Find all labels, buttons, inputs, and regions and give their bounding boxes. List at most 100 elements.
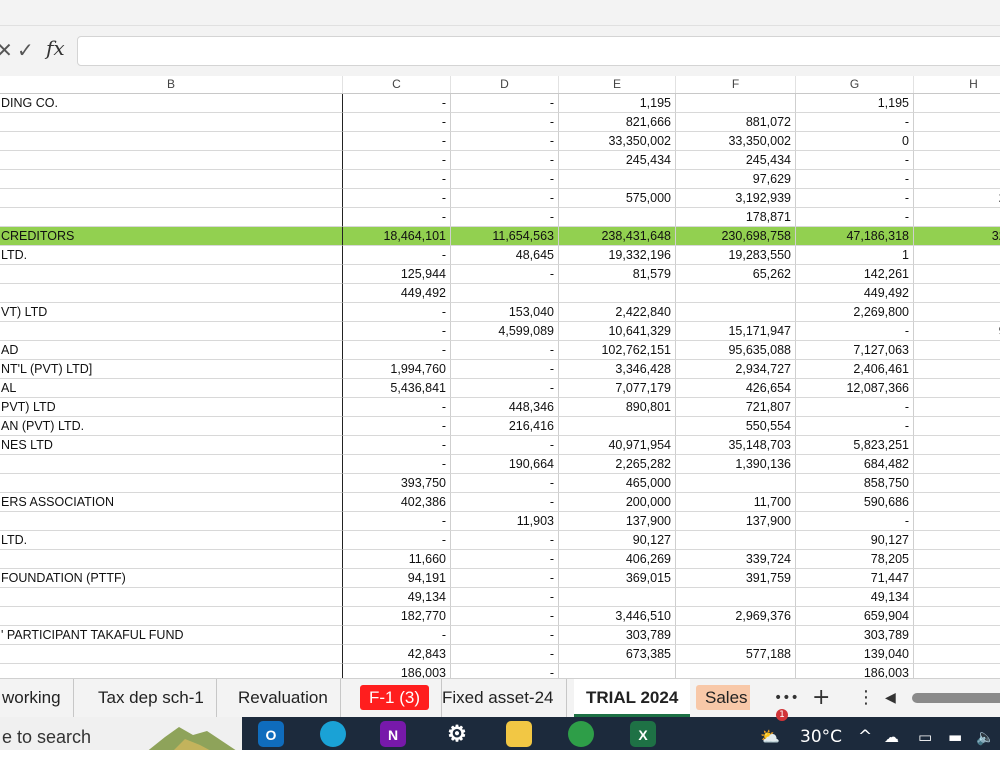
cell-d[interactable]: - [451, 94, 559, 113]
cell-d[interactable]: 216,416 [451, 417, 559, 436]
cell-f[interactable] [676, 303, 796, 322]
cell-c[interactable]: - [343, 132, 451, 151]
cell-c[interactable]: 125,944 [343, 265, 451, 284]
cell-f[interactable] [676, 588, 796, 607]
cell-h[interactable] [914, 94, 1000, 113]
cell-h[interactable]: 178 [914, 208, 1000, 227]
cell-d[interactable]: - [451, 550, 559, 569]
cell-h[interactable] [914, 588, 1000, 607]
cell-d[interactable]: - [451, 379, 559, 398]
cell-b[interactable] [0, 512, 343, 531]
cell-f[interactable] [676, 531, 796, 550]
cell-c[interactable]: - [343, 151, 451, 170]
cell-h[interactable]: 279 [914, 398, 1000, 417]
sheet-tab-tax-dep-sch-1[interactable]: Tax dep sch-1 [86, 679, 217, 717]
cell-h[interactable] [914, 626, 1000, 645]
cell-c[interactable]: 182,770 [343, 607, 451, 626]
cell-b[interactable]: FOUNDATION (PTTF) [0, 569, 343, 588]
cell-c[interactable]: 42,843 [343, 645, 451, 664]
cell-c[interactable]: - [343, 322, 451, 341]
cell-g[interactable]: 1,195 [796, 94, 914, 113]
cell-e[interactable] [559, 417, 676, 436]
column-header-f[interactable]: F [676, 76, 796, 93]
cell-e[interactable] [559, 664, 676, 679]
cell-d[interactable]: - [451, 474, 559, 493]
cell-f[interactable]: 11,700 [676, 493, 796, 512]
insert-function-button[interactable]: fx [46, 36, 65, 60]
cell-e[interactable]: 673,385 [559, 645, 676, 664]
cell-b[interactable] [0, 284, 343, 303]
cell-g[interactable]: - [796, 322, 914, 341]
cell-c[interactable]: 49,134 [343, 588, 451, 607]
cell-b[interactable] [0, 132, 343, 151]
cell-c[interactable]: - [343, 531, 451, 550]
cell-f[interactable]: 881,072 [676, 113, 796, 132]
cell-d[interactable]: 448,346 [451, 398, 559, 417]
cell-b[interactable] [0, 550, 343, 569]
cell-h[interactable] [914, 132, 1000, 151]
cancel-x-icon[interactable]: ✕ [0, 38, 13, 62]
sheet-tab-working[interactable]: working [0, 679, 74, 717]
cell-h[interactable]: 11 [914, 512, 1000, 531]
battery-icon[interactable]: ▬ [948, 717, 962, 750]
cell-f[interactable]: 3,192,939 [676, 189, 796, 208]
cell-b[interactable] [0, 208, 343, 227]
cell-b[interactable]: VT) LTD [0, 303, 343, 322]
cell-e[interactable]: 575,000 [559, 189, 676, 208]
cell-e[interactable]: 10,641,329 [559, 322, 676, 341]
settings-icon[interactable]: ⚙ [444, 721, 470, 747]
cell-b[interactable] [0, 645, 343, 664]
cell-d[interactable]: - [451, 341, 559, 360]
cell-f[interactable]: 550,554 [676, 417, 796, 436]
cell-c[interactable]: 402,386 [343, 493, 451, 512]
tray-chevron-icon[interactable]: ^ [858, 717, 872, 750]
cell-b[interactable] [0, 151, 343, 170]
cell-c[interactable]: - [343, 341, 451, 360]
cell-f[interactable]: 15,171,947 [676, 322, 796, 341]
cell-d[interactable]: - [451, 607, 559, 626]
add-sheet-icon[interactable]: + [812, 679, 830, 717]
cell-d[interactable]: - [451, 588, 559, 607]
cell-e[interactable]: 7,077,179 [559, 379, 676, 398]
cell-g[interactable]: 186,003 [796, 664, 914, 679]
cell-h[interactable] [914, 360, 1000, 379]
cell-f[interactable]: 35,148,703 [676, 436, 796, 455]
cell-h[interactable] [914, 493, 1000, 512]
onedrive-cloud-icon[interactable]: ☁ [884, 717, 899, 750]
cell-f[interactable]: 577,188 [676, 645, 796, 664]
cell-b[interactable] [0, 170, 343, 189]
cell-g[interactable]: 2,406,461 [796, 360, 914, 379]
cell-c[interactable]: - [343, 113, 451, 132]
cell-f[interactable]: 2,934,727 [676, 360, 796, 379]
cell-h[interactable] [914, 284, 1000, 303]
cell-g[interactable]: 449,492 [796, 284, 914, 303]
speaker-icon[interactable]: 🔈 [976, 717, 995, 750]
cell-b[interactable] [0, 189, 343, 208]
cell-h[interactable] [914, 379, 1000, 398]
cell-d[interactable] [451, 284, 559, 303]
cell-c[interactable]: - [343, 94, 451, 113]
cell-b[interactable]: ' PARTICIPANT TAKAFUL FUND [0, 626, 343, 645]
cell-f[interactable]: 391,759 [676, 569, 796, 588]
cell-c[interactable]: - [343, 436, 451, 455]
cell-g[interactable]: - [796, 208, 914, 227]
cell-b[interactable]: DING CO. [0, 94, 343, 113]
cell-d[interactable]: - [451, 626, 559, 645]
sheet-tab-revaluation[interactable]: Revaluation [226, 679, 341, 717]
cell-f[interactable]: 65,262 [676, 265, 796, 284]
sheet-tab-sales-ta[interactable]: Sales ta [696, 679, 750, 717]
cell-b[interactable] [0, 607, 343, 626]
cell-g[interactable]: 7,127,063 [796, 341, 914, 360]
cell-c[interactable]: 1,994,760 [343, 360, 451, 379]
cell-h[interactable] [914, 436, 1000, 455]
cell-g[interactable]: - [796, 151, 914, 170]
cell-b[interactable]: NES LTD [0, 436, 343, 455]
cell-f[interactable]: 19,283,550 [676, 246, 796, 265]
worksheet-grid[interactable]: DING CO.--1,1951,195--821,666881,072-59-… [0, 93, 1000, 679]
cell-g[interactable]: - [796, 417, 914, 436]
cell-g[interactable]: 12,087,366 [796, 379, 914, 398]
cell-e[interactable]: 821,666 [559, 113, 676, 132]
cell-b[interactable]: AL [0, 379, 343, 398]
cell-d[interactable]: - [451, 113, 559, 132]
cell-f[interactable]: 721,807 [676, 398, 796, 417]
